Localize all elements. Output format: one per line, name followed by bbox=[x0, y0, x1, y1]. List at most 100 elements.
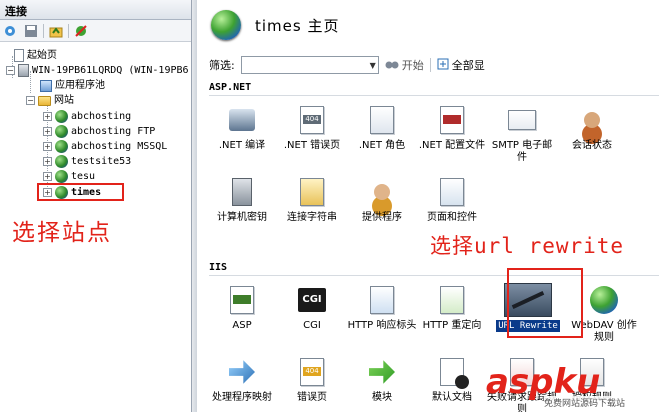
feature-label: 计算机密钥 bbox=[217, 212, 267, 223]
toolbar-divider bbox=[68, 23, 69, 38]
expand-icon[interactable]: + bbox=[43, 157, 52, 166]
toolbar-divider bbox=[43, 23, 44, 38]
group-header-aspnet: ASP.NET bbox=[209, 82, 659, 96]
connect-icon[interactable] bbox=[3, 23, 19, 39]
tree-item-site[interactable]: + abchosting MSSQL bbox=[43, 139, 167, 154]
feature-label: 连接字符串 bbox=[287, 212, 337, 223]
home-pane: times 主页 筛选: ▼ 开始 全部显 ASP.NET .NET 编译 40… bbox=[197, 0, 660, 412]
feature-http-headers[interactable]: HTTP 响应标头 bbox=[347, 284, 417, 332]
connections-header: 连接 bbox=[0, 0, 191, 20]
feature-label: SMTP 电子邮件 bbox=[491, 140, 553, 163]
feature-modules[interactable]: 模块 bbox=[347, 356, 417, 404]
start-filter-button[interactable]: 开始 bbox=[385, 57, 424, 73]
session-icon bbox=[576, 104, 608, 136]
feature-default-document[interactable]: 默认文档 bbox=[417, 356, 487, 404]
feature-providers[interactable]: 提供程序 bbox=[347, 176, 417, 224]
providers-icon bbox=[366, 176, 398, 208]
feature-smtp-email[interactable]: SMTP 电子邮件 bbox=[487, 104, 557, 164]
feature-label: ASP bbox=[232, 320, 252, 331]
tree-item-label: 起始页 bbox=[27, 50, 57, 61]
tree-item-label: 应用程序池 bbox=[55, 80, 105, 91]
modules-icon bbox=[366, 356, 398, 388]
show-all-button[interactable]: 全部显 bbox=[437, 57, 485, 73]
feature-label: .NET 角色 bbox=[358, 140, 406, 151]
expand-icon[interactable]: + bbox=[43, 172, 52, 181]
feature-label: 处理程序映射 bbox=[212, 392, 272, 403]
roles-icon bbox=[366, 104, 398, 136]
feature-label: 默认文档 bbox=[432, 392, 472, 403]
tree-item-app-pools[interactable]: 应用程序池 bbox=[40, 78, 105, 93]
feature-handler-mappings[interactable]: 处理程序映射 bbox=[207, 356, 277, 404]
globe-icon bbox=[55, 110, 68, 123]
tree-item-start-page[interactable]: 起始页 bbox=[14, 48, 57, 63]
feature-error-pages[interactable]: 404 错误页 bbox=[277, 356, 347, 404]
start-label: 开始 bbox=[401, 59, 424, 72]
error-page-icon: 404 bbox=[296, 104, 328, 136]
webdav-icon bbox=[588, 284, 620, 316]
feature-net-error-pages[interactable]: 404 .NET 错误页 bbox=[277, 104, 347, 152]
save-icon[interactable] bbox=[23, 23, 39, 39]
feature-label: CGI bbox=[303, 320, 321, 331]
globe-icon bbox=[55, 170, 68, 183]
connection-string-icon bbox=[296, 176, 328, 208]
globe-icon bbox=[55, 155, 68, 168]
feature-label: 提供程序 bbox=[362, 212, 402, 223]
http-redirect-icon bbox=[436, 284, 468, 316]
feature-machine-key[interactable]: 计算机密钥 bbox=[207, 176, 277, 224]
collapse-icon[interactable]: − bbox=[6, 66, 15, 75]
tree-item-label: 网站 bbox=[54, 95, 74, 106]
machine-key-icon bbox=[226, 176, 258, 208]
feature-label: 错误页 bbox=[297, 392, 327, 403]
handler-mappings-icon bbox=[226, 356, 258, 388]
tree-item-label: abchosting bbox=[71, 111, 132, 122]
feature-label: HTTP 重定向 bbox=[422, 320, 482, 331]
feature-connection-strings[interactable]: 连接字符串 bbox=[277, 176, 347, 224]
disconnect-icon[interactable] bbox=[73, 23, 89, 39]
highlight-box-times bbox=[37, 183, 124, 201]
tree-item-sites[interactable]: − 网站 bbox=[26, 93, 74, 108]
show-all-icon bbox=[437, 58, 449, 73]
group-header-iis: IIS bbox=[209, 262, 659, 276]
tree-item-label: abchosting FTP bbox=[71, 126, 156, 137]
feature-label: 页面和控件 bbox=[427, 212, 477, 223]
tree-item-site[interactable]: + abchosting bbox=[43, 109, 131, 124]
feature-asp[interactable]: ASP bbox=[207, 284, 277, 332]
globe-icon bbox=[55, 140, 68, 153]
app-pool-icon bbox=[40, 79, 52, 92]
feature-net-compile[interactable]: .NET 编译 bbox=[207, 104, 277, 152]
expand-icon[interactable]: + bbox=[43, 142, 52, 151]
default-document-icon bbox=[436, 356, 469, 389]
show-all-label: 全部显 bbox=[451, 59, 485, 72]
tree-item-label: testsite53 bbox=[71, 156, 132, 167]
collapse-icon[interactable]: − bbox=[26, 96, 35, 105]
tree-item-site[interactable]: + testsite53 bbox=[43, 154, 131, 169]
tree-item-site[interactable]: + tesu bbox=[43, 169, 95, 184]
feature-label: HTTP 响应标头 bbox=[347, 320, 417, 331]
feature-cgi[interactable]: CGI CGI bbox=[277, 284, 347, 332]
expand-icon[interactable]: + bbox=[43, 127, 52, 136]
feature-http-redirect[interactable]: HTTP 重定向 bbox=[417, 284, 487, 332]
folder-up-icon[interactable] bbox=[48, 23, 64, 39]
cgi-icon: CGI bbox=[296, 284, 328, 316]
globe-icon bbox=[55, 125, 68, 138]
feature-label: 模块 bbox=[372, 392, 392, 403]
tree-item-server[interactable]: − WIN-19PB61LQRDQ (WIN-19PB6 bbox=[6, 63, 189, 78]
asp-icon bbox=[226, 284, 258, 316]
filter-label: 筛选: bbox=[209, 59, 235, 72]
tree-item-site[interactable]: + abchosting FTP bbox=[43, 124, 155, 139]
filter-input[interactable]: ▼ bbox=[240, 56, 379, 74]
feature-net-profile[interactable]: .NET 配置文件 bbox=[417, 104, 487, 152]
feature-pages-controls[interactable]: 页面和控件 bbox=[417, 176, 487, 224]
compile-icon bbox=[226, 104, 258, 136]
folder-icon bbox=[38, 95, 51, 106]
pages-controls-icon bbox=[436, 176, 468, 208]
connections-pane: 连接 起始页 − WIN-19PB61LQRDQ (WIN-19PB6 应用程序… bbox=[0, 0, 192, 412]
filter-bar: 筛选: ▼ 开始 全部显 bbox=[209, 55, 657, 75]
feature-net-roles[interactable]: .NET 角色 bbox=[347, 104, 417, 152]
feature-session-state[interactable]: 会话状态 bbox=[557, 104, 627, 152]
page-header: times 主页 bbox=[197, 0, 660, 50]
expand-icon[interactable]: + bbox=[43, 112, 52, 121]
tree-item-label: abchosting MSSQL bbox=[71, 141, 168, 152]
page-title: times 主页 bbox=[255, 16, 340, 35]
chevron-down-icon[interactable]: ▼ bbox=[370, 61, 376, 70]
